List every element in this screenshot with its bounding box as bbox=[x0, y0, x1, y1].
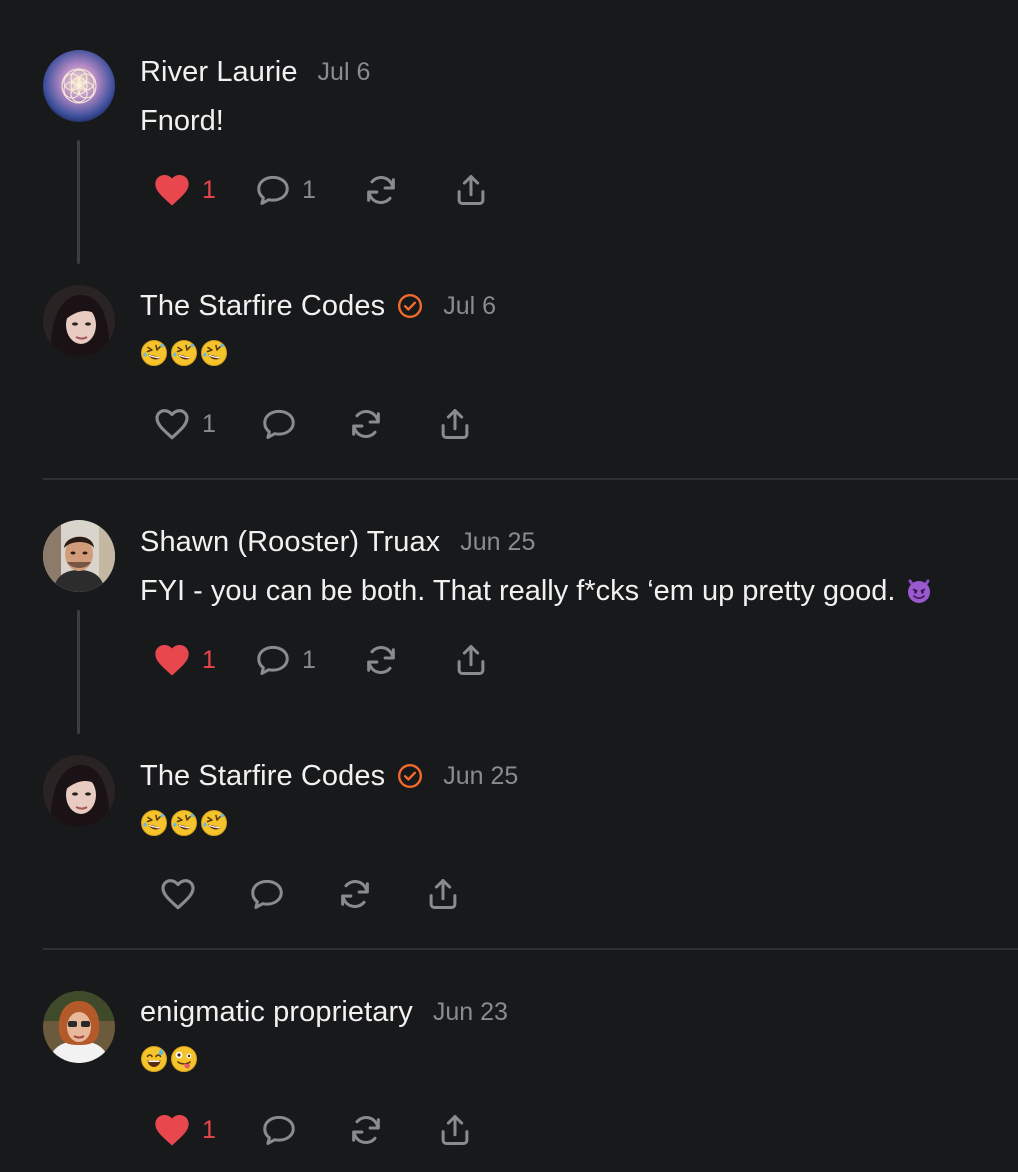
heart-icon bbox=[152, 170, 192, 210]
share-upload-icon bbox=[436, 1111, 474, 1149]
comment-date[interactable]: Jun 25 bbox=[443, 762, 518, 791]
restack-arrows-icon bbox=[336, 875, 374, 913]
restack-button[interactable] bbox=[336, 874, 374, 914]
avatar[interactable] bbox=[43, 991, 115, 1063]
heart-icon bbox=[152, 640, 192, 680]
restack-button[interactable] bbox=[347, 404, 385, 444]
comment-bubble-icon bbox=[260, 405, 298, 443]
smiling-imp-emoji bbox=[905, 577, 933, 605]
restack-button[interactable] bbox=[347, 1110, 385, 1150]
comment-header: The Starfire Codes Jun 25 bbox=[140, 758, 518, 794]
avatar[interactable] bbox=[43, 520, 115, 592]
zany-face-emoji bbox=[170, 1045, 198, 1073]
rofl-emoji bbox=[140, 339, 168, 367]
comment-date[interactable]: Jul 6 bbox=[443, 292, 496, 321]
thread-divider bbox=[43, 948, 1018, 950]
comment-header: River Laurie Jul 6 bbox=[140, 54, 370, 90]
reply-button[interactable] bbox=[260, 404, 298, 444]
rofl-emoji bbox=[140, 809, 168, 837]
avatar[interactable] bbox=[43, 50, 115, 122]
comment-text bbox=[140, 338, 230, 368]
share-button[interactable] bbox=[452, 170, 490, 210]
reply-count: 1 bbox=[302, 645, 316, 674]
avatar[interactable] bbox=[43, 285, 115, 357]
like-count: 1 bbox=[202, 409, 216, 438]
comment-date[interactable]: Jun 25 bbox=[460, 528, 535, 557]
woman-sunglasses-avatar bbox=[43, 991, 115, 1063]
share-button[interactable] bbox=[436, 404, 474, 444]
comment-bubble-icon bbox=[248, 875, 286, 913]
verified-check-badge-icon bbox=[397, 293, 423, 319]
reply-button[interactable]: 1 bbox=[254, 170, 316, 210]
comment-date[interactable]: Jul 6 bbox=[318, 58, 371, 87]
heart-icon bbox=[158, 874, 198, 914]
share-button[interactable] bbox=[452, 640, 490, 680]
comment-header: enigmatic proprietary Jun 23 bbox=[140, 994, 508, 1030]
like-count: 1 bbox=[202, 1115, 216, 1144]
author-name[interactable]: The Starfire Codes bbox=[140, 290, 385, 323]
author-name[interactable]: Shawn (Rooster) Truax bbox=[140, 526, 440, 559]
author-name[interactable]: enigmatic proprietary bbox=[140, 996, 413, 1029]
share-upload-icon bbox=[452, 171, 490, 209]
comment-text: Fnord! bbox=[140, 104, 224, 137]
avatar[interactable] bbox=[43, 755, 115, 827]
restack-button[interactable] bbox=[362, 170, 400, 210]
rofl-emoji bbox=[200, 809, 228, 837]
thread-line bbox=[77, 140, 80, 264]
comment-body: FYI - you can be both. That really f*cks… bbox=[140, 572, 935, 610]
like-button[interactable]: 1 bbox=[152, 640, 216, 680]
like-count: 1 bbox=[202, 175, 216, 204]
woman-dark-hair-avatar bbox=[43, 755, 115, 827]
comment-bubble-icon bbox=[260, 1111, 298, 1149]
thread-line bbox=[77, 610, 80, 734]
reply-count: 1 bbox=[302, 175, 316, 204]
author-name[interactable]: The Starfire Codes bbox=[140, 760, 385, 793]
rofl-emoji bbox=[200, 339, 228, 367]
comment-bubble-icon bbox=[254, 641, 292, 679]
restack-arrows-icon bbox=[362, 171, 400, 209]
like-button[interactable]: 1 bbox=[152, 1110, 216, 1150]
comment-text: FYI - you can be both. That really f*cks… bbox=[140, 574, 896, 607]
restack-arrows-icon bbox=[347, 405, 385, 443]
share-upload-icon bbox=[424, 875, 462, 913]
reply-button[interactable] bbox=[248, 874, 286, 914]
verified-check-badge-icon bbox=[397, 763, 423, 789]
like-button[interactable]: 1 bbox=[152, 404, 216, 444]
rofl-emoji bbox=[170, 339, 198, 367]
comment-text bbox=[140, 1044, 200, 1074]
share-upload-icon bbox=[452, 641, 490, 679]
restack-arrows-icon bbox=[362, 641, 400, 679]
reply-button[interactable]: 1 bbox=[254, 640, 316, 680]
heart-icon bbox=[152, 1110, 192, 1150]
share-button[interactable] bbox=[436, 1110, 474, 1150]
thread-divider bbox=[43, 478, 1018, 480]
woman-dark-hair-avatar bbox=[43, 285, 115, 357]
heart-icon bbox=[152, 404, 192, 444]
comment-text bbox=[140, 808, 230, 838]
author-name[interactable]: River Laurie bbox=[140, 56, 298, 89]
rofl-emoji bbox=[170, 809, 198, 837]
man-portrait-avatar bbox=[43, 520, 115, 592]
share-button[interactable] bbox=[424, 874, 462, 914]
like-button[interactable] bbox=[158, 874, 198, 914]
comment-header: The Starfire Codes Jul 6 bbox=[140, 288, 496, 324]
flower-of-life-avatar bbox=[43, 50, 115, 122]
comment-header: Shawn (Rooster) Truax Jun 25 bbox=[140, 524, 535, 560]
restack-button[interactable] bbox=[362, 640, 400, 680]
share-upload-icon bbox=[436, 405, 474, 443]
comment-bubble-icon bbox=[254, 171, 292, 209]
like-count: 1 bbox=[202, 645, 216, 674]
comment-date[interactable]: Jun 23 bbox=[433, 998, 508, 1027]
sweat-smile-emoji bbox=[140, 1045, 168, 1073]
reply-button[interactable] bbox=[260, 1110, 298, 1150]
like-button[interactable]: 1 bbox=[152, 170, 216, 210]
restack-arrows-icon bbox=[347, 1111, 385, 1149]
